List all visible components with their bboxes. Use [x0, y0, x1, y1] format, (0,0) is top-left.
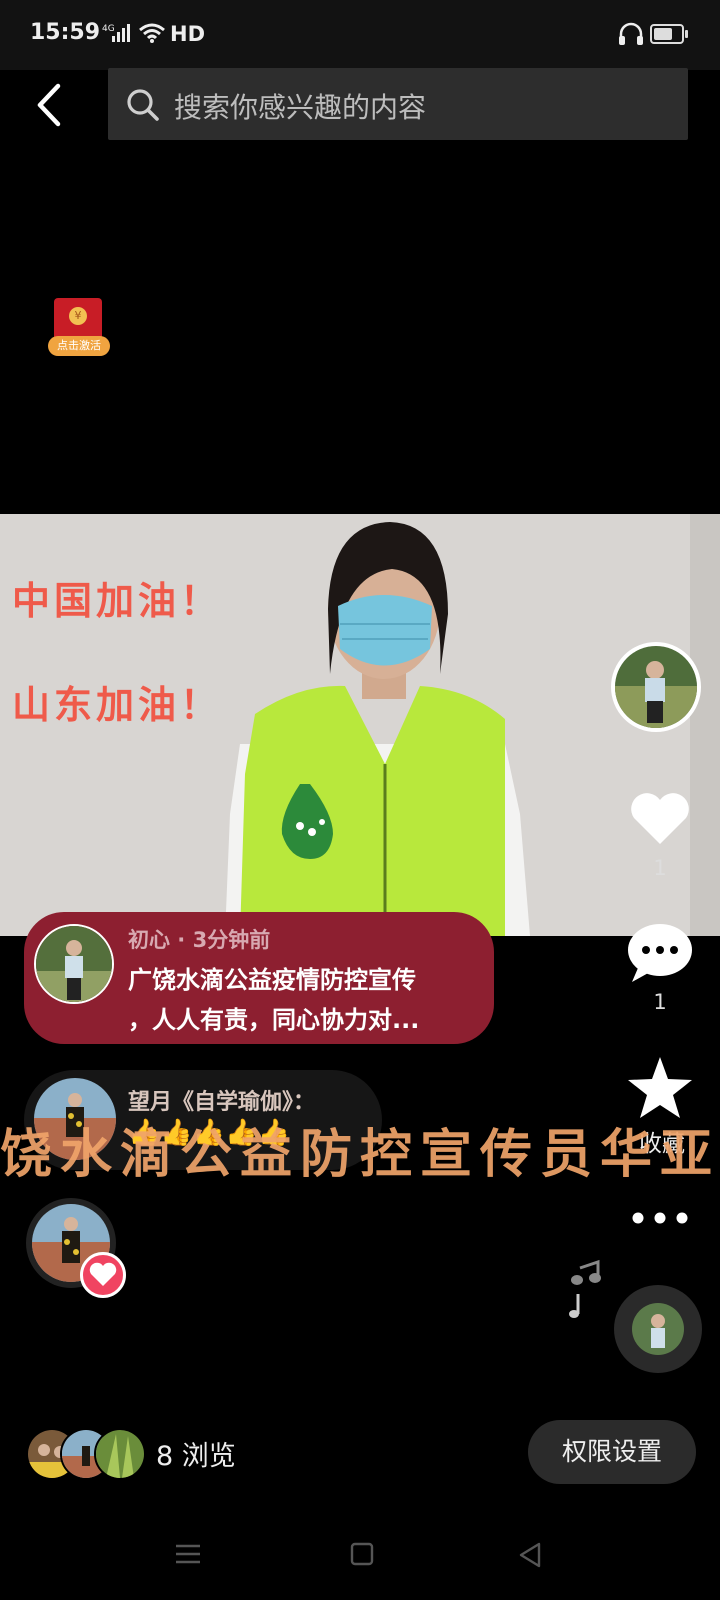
music-disc[interactable]	[614, 1285, 702, 1373]
status-bar: 15:59 4G HD	[0, 0, 720, 70]
comment-count: 1	[653, 990, 667, 1014]
heart-badge-icon	[80, 1252, 126, 1298]
search-input[interactable]: 搜索你感兴趣的内容	[108, 68, 688, 140]
signal-icon	[112, 24, 130, 42]
view-count: 8 浏览	[156, 1441, 236, 1472]
battery-icon	[650, 24, 688, 44]
music-note-icon	[569, 1259, 601, 1318]
viewer-avatars[interactable]	[26, 1428, 146, 1480]
wifi-icon	[139, 23, 165, 43]
author-avatar[interactable]	[611, 642, 701, 732]
like-button[interactable]	[626, 788, 694, 848]
comment-author-time: 初心 · 3分钟前	[128, 928, 271, 952]
back-button[interactable]	[30, 80, 74, 130]
commenter-avatar	[34, 924, 114, 1004]
scrolling-subtitle: 饶水滴公益防控宣传员华亚	[0, 1125, 720, 1185]
nav-back-icon[interactable]	[518, 1542, 542, 1568]
headset-icon	[619, 22, 643, 45]
system-nav-bar	[0, 1520, 720, 1600]
hd-label: HD	[170, 22, 206, 46]
more-options-icon[interactable]	[628, 1204, 692, 1232]
video-caption-line-1: 中国加油！	[12, 579, 223, 623]
menu-icon[interactable]	[175, 1542, 201, 1566]
permission-settings-button[interactable]: 权限设置	[528, 1420, 696, 1484]
video-player[interactable]: 中国加油！ 山东加油！	[0, 514, 720, 936]
search-placeholder: 搜索你感兴趣的内容	[174, 91, 427, 124]
search-icon	[127, 89, 159, 121]
comment-text-line-1: 广饶水滴公益疫情防控宣传	[128, 966, 416, 994]
comment-text-line-2: ，人人有责，同心协力对...	[128, 1006, 420, 1034]
like-count: 1	[653, 856, 667, 880]
red-packet-label: 点击激活	[48, 336, 110, 356]
comment-bubble-highlight[interactable]: 初心 · 3分钟前 广饶水滴公益疫情防控宣传 ，人人有责，同心协力对...	[24, 912, 494, 1044]
viewer-avatar	[94, 1428, 146, 1480]
red-packet-widget[interactable]: ¥ 点击激活	[48, 298, 114, 360]
video-caption-line-2: 山东加油！	[12, 683, 223, 727]
status-time: 15:59	[30, 20, 101, 45]
home-icon[interactable]	[350, 1542, 374, 1566]
comment-button[interactable]	[624, 922, 696, 986]
